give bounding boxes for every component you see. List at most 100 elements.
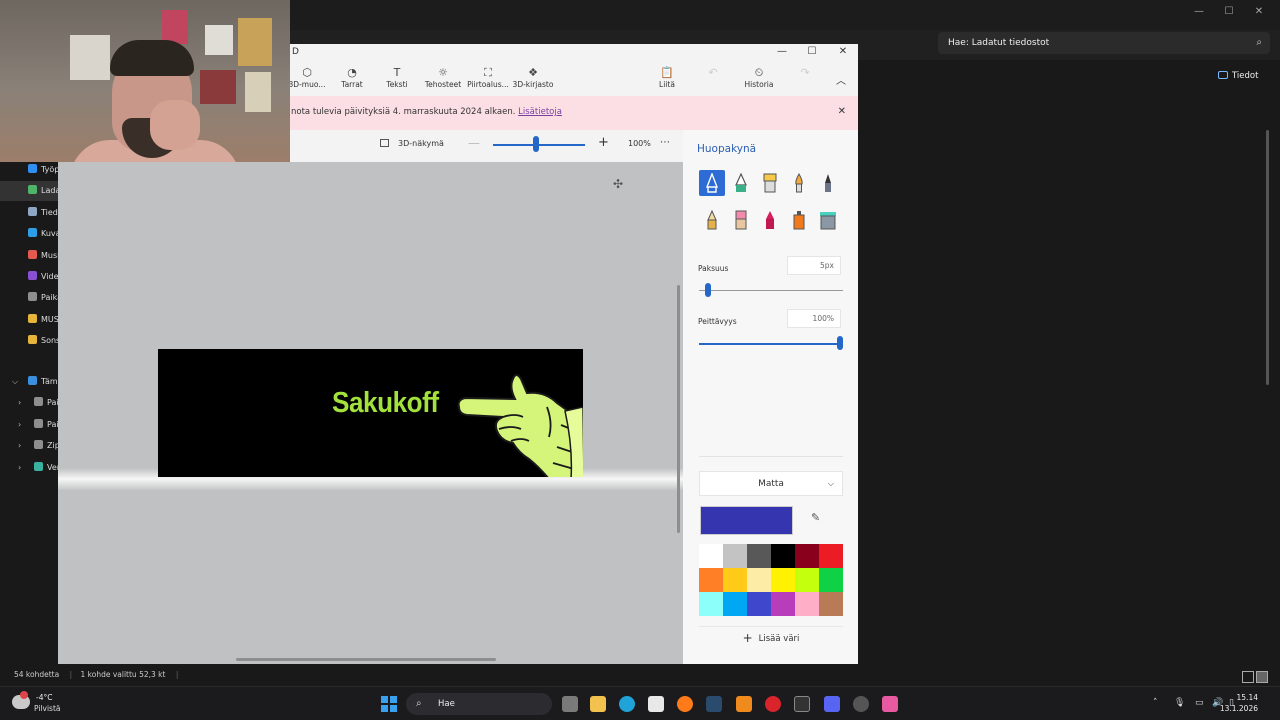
palette-swatch[interactable]	[699, 592, 723, 616]
opera-icon[interactable]	[765, 696, 781, 712]
chevron-right-icon[interactable]: ›	[18, 415, 21, 435]
taskbar-search[interactable]: ⌕ Hae	[406, 693, 552, 715]
palette-swatch[interactable]	[723, 592, 747, 616]
zoom-in-button[interactable]: +	[598, 135, 609, 150]
tool-effects[interactable]: ☼ Tehosteet	[420, 66, 466, 89]
clock[interactable]: 15.14 13.1.2026	[1220, 692, 1258, 714]
add-color-button[interactable]: + Lisää väri	[699, 626, 843, 648]
tool-text[interactable]: T Teksti	[374, 66, 420, 89]
sidebar-item[interactable]: Työpöytä	[0, 160, 58, 180]
store-icon[interactable]	[648, 696, 664, 712]
sidebar-item[interactable]: Sonsi	[0, 331, 58, 351]
palette-swatch[interactable]	[723, 544, 747, 568]
chevron-right-icon[interactable]: ›	[18, 436, 21, 456]
eyedropper-icon[interactable]: ✎	[811, 511, 820, 524]
fill-bucket-brush[interactable]	[815, 207, 841, 233]
learn-more-link[interactable]: Lisätietoja	[518, 107, 562, 117]
paint-maximize-button[interactable]: ☐	[802, 46, 822, 57]
start-button[interactable]	[381, 696, 397, 712]
palette-swatch[interactable]	[819, 568, 843, 592]
canvas-horizontal-scrollbar[interactable]	[236, 658, 496, 661]
opacity-slider-thumb[interactable]	[837, 336, 843, 350]
details-button[interactable]: Tiedot	[1218, 68, 1268, 84]
more-options-icon[interactable]: ⋯	[660, 137, 670, 148]
palette-swatch[interactable]	[723, 568, 747, 592]
marker-brush[interactable]	[699, 170, 725, 196]
opacity-input[interactable]: 100%	[787, 309, 841, 328]
palette-swatch[interactable]	[747, 592, 771, 616]
zoom-slider-thumb[interactable]	[533, 136, 540, 152]
chevron-right-icon[interactable]: ›	[18, 458, 21, 478]
zoom-out-button[interactable]: —	[468, 136, 480, 150]
palette-swatch[interactable]	[819, 592, 843, 616]
tree-item[interactable]: ⌵ Tämä tietokone	[0, 372, 58, 392]
discord-icon[interactable]	[824, 696, 840, 712]
pixel-pen-brush[interactable]	[815, 170, 841, 196]
tool-history[interactable]: ⏲ Historia	[736, 66, 782, 89]
close-notice-icon[interactable]: ✕	[838, 106, 846, 117]
palette-swatch[interactable]	[771, 592, 795, 616]
palette-swatch[interactable]	[747, 544, 771, 568]
eraser-brush[interactable]	[728, 207, 754, 233]
tool-canvas[interactable]: ⛶ Piirtoalus...	[465, 66, 511, 89]
vlc-icon[interactable]	[736, 696, 752, 712]
sidebar-item[interactable]: MUSIIKKI	[0, 310, 58, 330]
sidebar-item[interactable]: Ladatut tiedostot	[0, 181, 58, 202]
sidebar-item[interactable]: Paikallinen levy	[0, 288, 58, 308]
tool-redo[interactable]: ↷	[782, 66, 828, 80]
explorer-search-input[interactable]: Hae: Ladatut tiedostot ⌕	[938, 32, 1270, 54]
thickness-input[interactable]: 5px	[787, 256, 841, 275]
microphone-icon[interactable]: 🎙	[1174, 698, 1185, 708]
explorer-maximize-button[interactable]: ☐	[1214, 2, 1244, 22]
sidebar-item[interactable]: Kuvat	[0, 224, 58, 244]
tree-item[interactable]: › Zip	[0, 436, 58, 456]
palette-swatch[interactable]	[771, 544, 795, 568]
chevron-right-icon[interactable]: ›	[18, 393, 21, 413]
palette-swatch[interactable]	[795, 544, 819, 568]
palette-swatch[interactable]	[795, 592, 819, 616]
edge-icon[interactable]	[619, 696, 635, 712]
tool-undo[interactable]: ↶	[690, 66, 736, 80]
sidebar-item[interactable]: Videot	[0, 267, 58, 287]
paint-minimize-button[interactable]: —	[772, 46, 792, 57]
tree-item[interactable]: › Paikallinen levy (D:)	[0, 415, 58, 435]
network-icon[interactable]: ▭	[1195, 698, 1204, 708]
search-icon[interactable]: ⌕	[1256, 32, 1262, 54]
oil-brush[interactable]	[757, 170, 783, 196]
weather-condition[interactable]: Pilvistä	[34, 704, 61, 713]
weather-temperature[interactable]: -4°C	[36, 693, 52, 702]
palette-swatch[interactable]	[795, 568, 819, 592]
details-view-icon[interactable]	[1242, 671, 1254, 683]
paint-close-button[interactable]: ✕	[833, 46, 853, 57]
collapse-toolbar-icon[interactable]: ︿	[836, 72, 850, 87]
palette-swatch[interactable]	[699, 568, 723, 592]
sidebar-item[interactable]: Tiedostot	[0, 203, 58, 223]
tool-paste[interactable]: 📋 Liitä	[644, 66, 690, 89]
chevron-down-icon[interactable]: ⌵	[12, 372, 18, 392]
task-view-icon[interactable]	[562, 696, 578, 712]
canvas-image[interactable]: Sakukoff	[158, 349, 583, 477]
crayon-brush[interactable]	[757, 207, 783, 233]
explorer-scrollbar[interactable]	[1266, 130, 1269, 385]
chevron-up-icon[interactable]: ˄	[1153, 698, 1158, 708]
terminal-icon[interactable]	[794, 696, 810, 712]
palette-swatch[interactable]	[747, 568, 771, 592]
spray-can-brush[interactable]	[786, 207, 812, 233]
current-color-swatch[interactable]	[700, 506, 793, 535]
firefox-icon[interactable]	[677, 696, 693, 712]
palette-swatch[interactable]	[819, 544, 843, 568]
tree-item[interactable]: › Paikallinen levy (C:)	[0, 393, 58, 413]
paint3d-icon[interactable]	[882, 696, 898, 712]
calligraphy-pen-brush[interactable]	[728, 170, 754, 196]
thickness-slider[interactable]	[699, 290, 843, 291]
sidebar-item[interactable]: Musiikki	[0, 246, 58, 266]
tiles-view-icon[interactable]	[1256, 671, 1268, 683]
finish-dropdown[interactable]: Matta ⌵	[699, 471, 843, 496]
tool-sticker[interactable]: ◔ Tarrat	[329, 66, 375, 89]
canvas-vertical-scrollbar[interactable]	[677, 285, 680, 533]
pencil-brush[interactable]	[699, 207, 725, 233]
tool-library[interactable]: ❖ 3D-kirjasto	[510, 66, 556, 89]
obs-icon[interactable]	[853, 696, 869, 712]
tool-cube[interactable]: ⬡ 3D-muo...	[284, 66, 330, 89]
palette-swatch[interactable]	[699, 544, 723, 568]
